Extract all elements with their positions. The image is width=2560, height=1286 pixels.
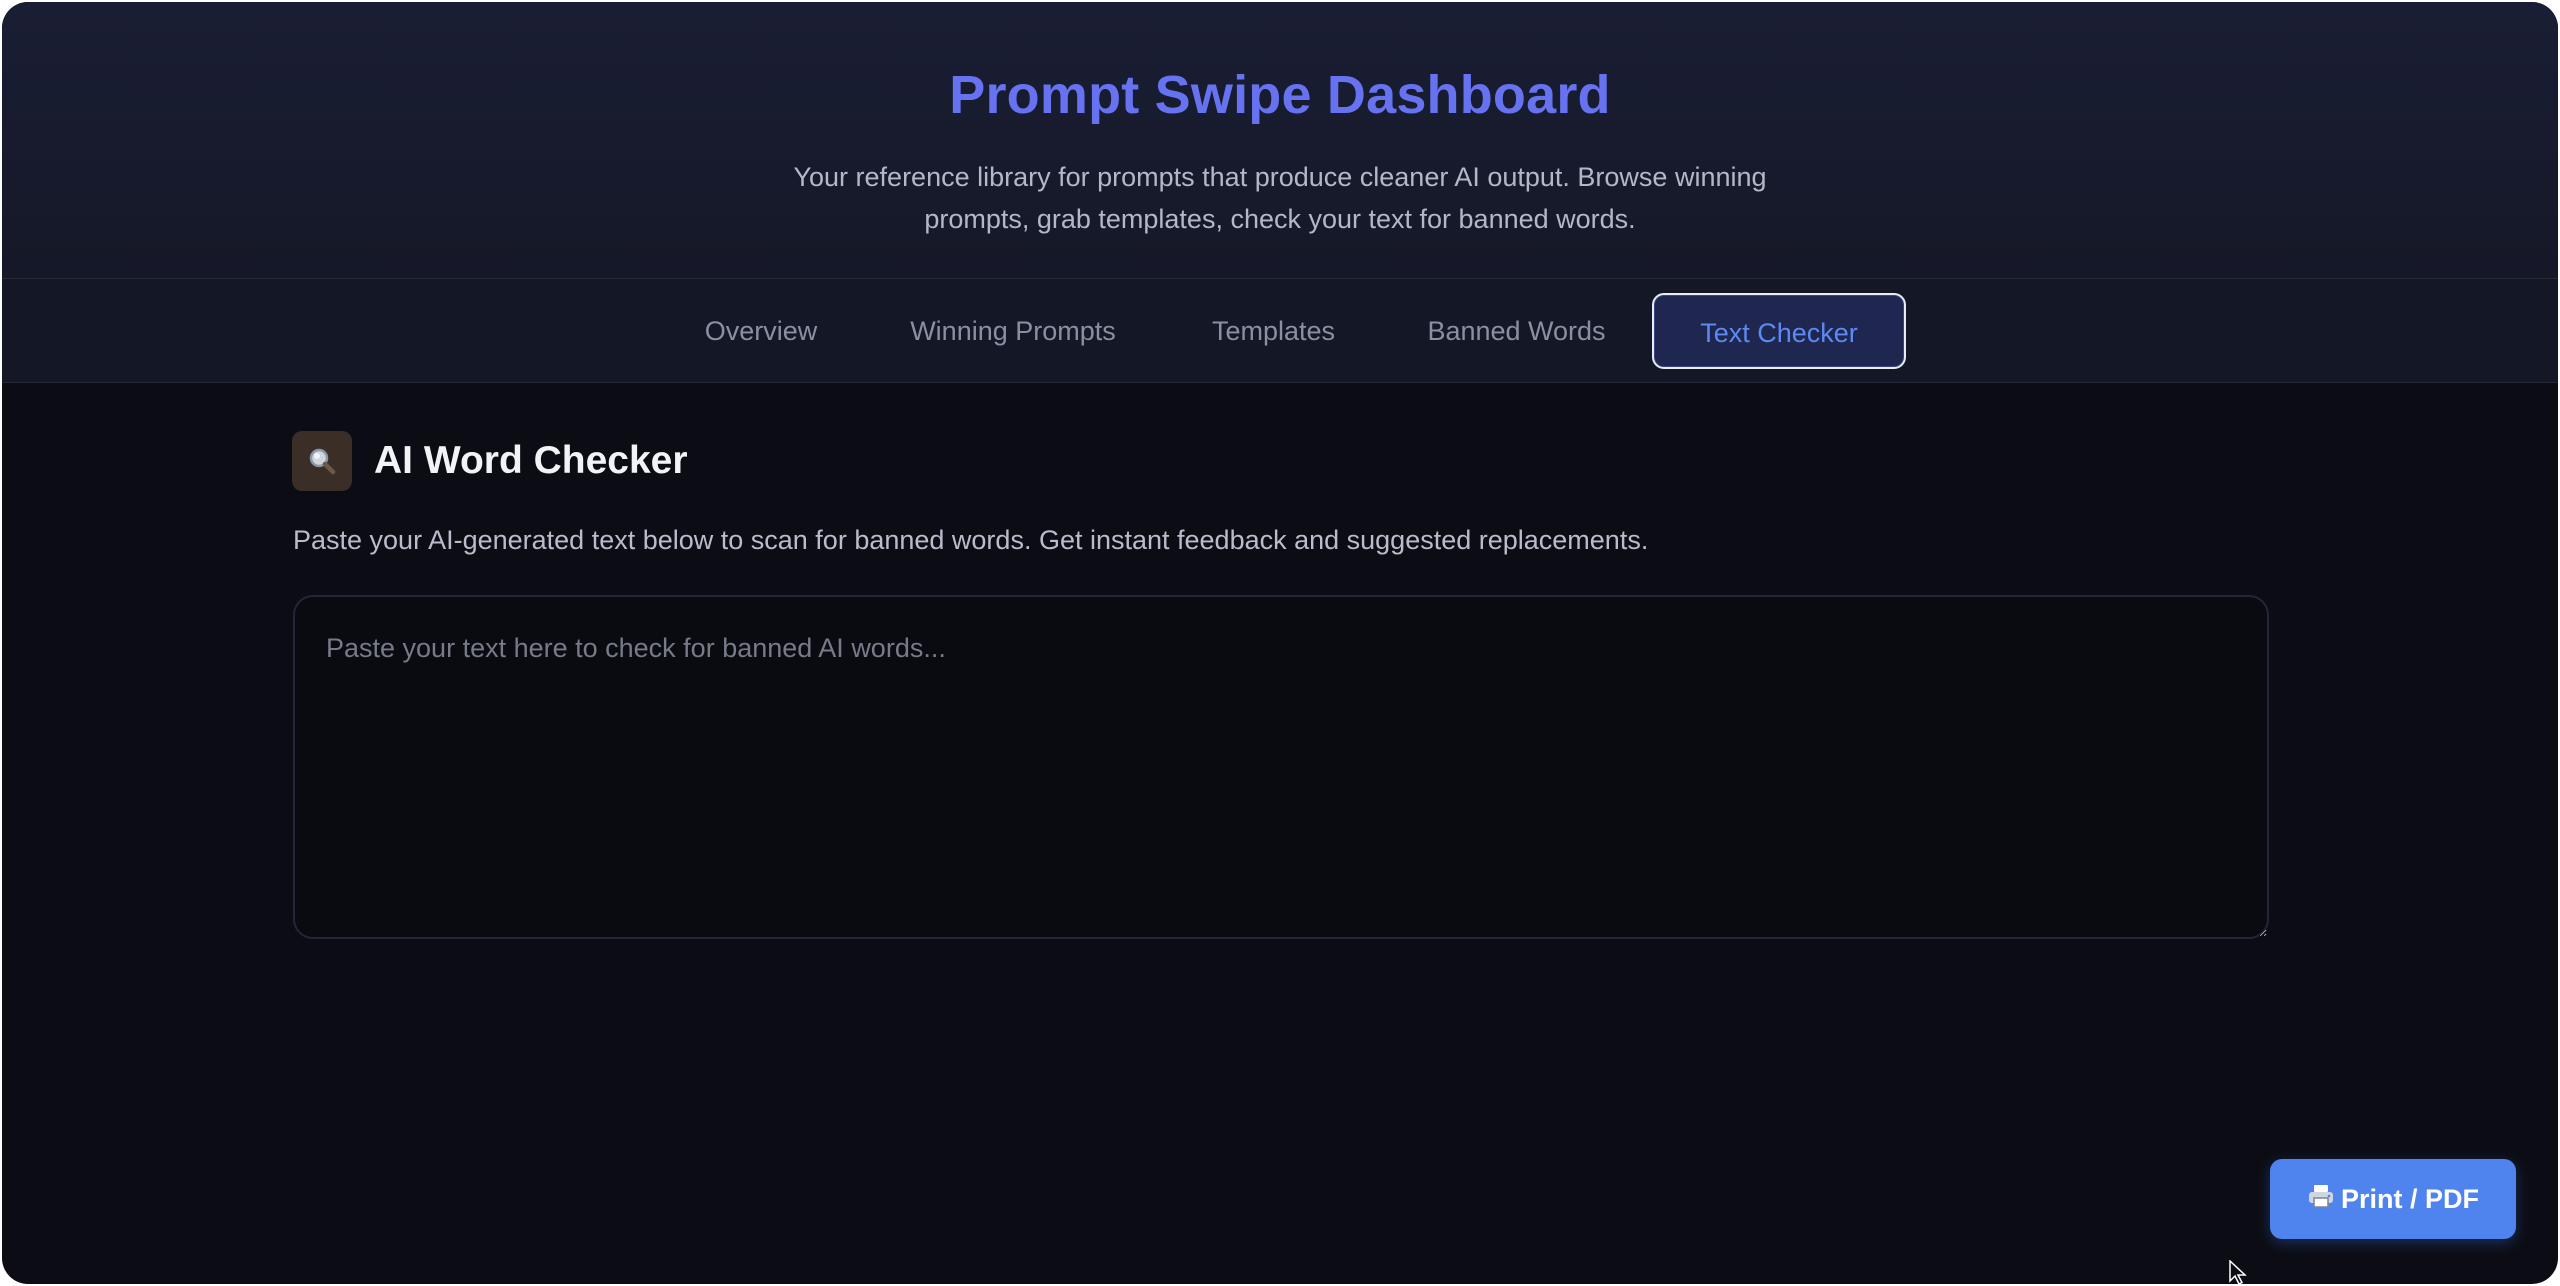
text-checker-panel: AI Word Checker Paste your AI-generated … — [2, 383, 2558, 1284]
tab-overview[interactable]: Overview — [658, 293, 864, 369]
tab-winning-prompts[interactable]: Winning Prompts — [864, 293, 1162, 369]
tab-banned-words[interactable]: Banned Words — [1385, 293, 1648, 369]
page-subtitle: Your reference library for prompts that … — [793, 162, 1767, 234]
section-description: Paste your AI-generated text below to sc… — [293, 525, 1649, 555]
tab-text-checker[interactable]: Text Checker — [1652, 293, 1906, 369]
app-window: Prompt Swipe Dashboard Your reference li… — [2, 2, 2558, 1284]
mouse-cursor-icon — [2229, 1260, 2247, 1284]
page-title: Prompt Swipe Dashboard — [949, 65, 1611, 125]
printer-icon — [2307, 1183, 2335, 1216]
tab-bar: Overview Winning Prompts Templates Banne… — [2, 279, 2558, 383]
section-title: AI Word Checker — [374, 439, 688, 482]
search-icon — [292, 431, 352, 491]
print-pdf-button[interactable]: Print / PDF — [2270, 1159, 2516, 1239]
tab-templates[interactable]: Templates — [1162, 293, 1385, 369]
print-button-label: Print / PDF — [2340, 1183, 2479, 1214]
text-checker-input[interactable] — [293, 595, 2269, 939]
page-header: Prompt Swipe Dashboard Your reference li… — [2, 2, 2558, 279]
